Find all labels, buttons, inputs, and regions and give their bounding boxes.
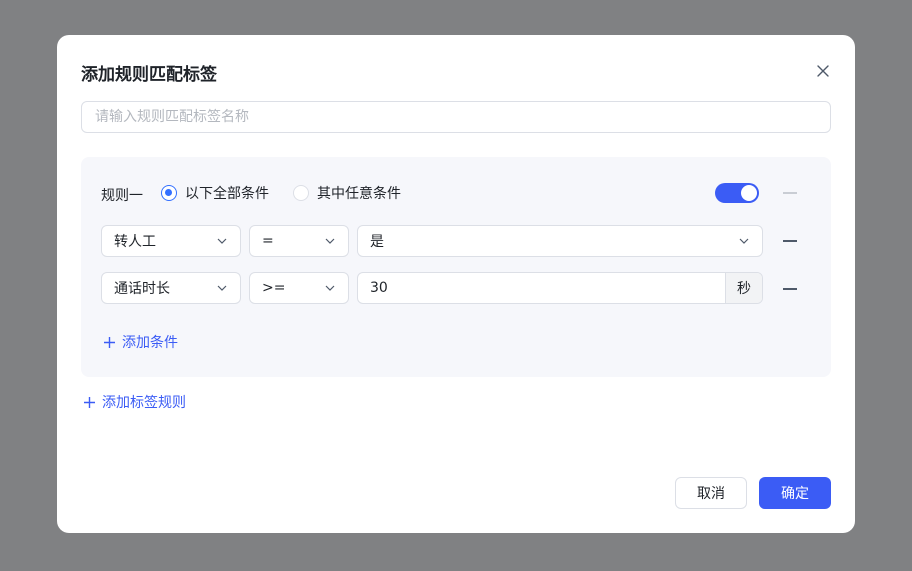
select-value: 是 <box>370 234 384 250</box>
remove-condition-minus-icon[interactable] <box>783 240 797 242</box>
condition-operator-select[interactable]: = <box>249 225 349 257</box>
select-value: 通话时长 <box>114 281 170 297</box>
plus-icon <box>104 336 115 348</box>
chevron-down-icon <box>325 238 335 244</box>
remove-rule-minus-icon <box>783 192 797 194</box>
add-condition-link[interactable]: 添加条件 <box>103 332 178 352</box>
radio-label: 其中任意条件 <box>317 186 401 202</box>
toggle-knob <box>741 185 757 201</box>
select-value: 转人工 <box>114 234 156 250</box>
add-tag-rule-label: 添加标签规则 <box>102 395 186 411</box>
condition-operator-select[interactable]: >= <box>249 272 349 304</box>
unit-suffix: 秒 <box>725 273 762 303</box>
radio-match-any[interactable]: 其中任意条件 <box>293 183 401 203</box>
condition-value-select[interactable]: 是 <box>357 225 763 257</box>
condition-field-select[interactable]: 通话时长 <box>101 272 241 304</box>
remove-condition-minus-icon[interactable] <box>783 288 797 290</box>
select-value: >= <box>262 280 286 296</box>
plus-icon <box>84 396 95 408</box>
condition-number-input[interactable]: 30 秒 <box>357 272 763 304</box>
tag-name-input[interactable] <box>81 101 831 133</box>
chevron-down-icon <box>217 238 227 244</box>
rule-panel: 规则一 以下全部条件 其中任意条件 转人工 = 是 通话时长 >= 30 秒 添… <box>81 157 831 377</box>
radio-checked-icon <box>161 185 177 201</box>
add-rule-tag-dialog: 添加规则匹配标签 规则一 以下全部条件 其中任意条件 转人工 = 是 <box>57 35 855 533</box>
confirm-button[interactable]: 确定 <box>759 477 831 509</box>
radio-unchecked-icon <box>293 185 309 201</box>
number-value[interactable]: 30 <box>358 273 725 303</box>
radio-label: 以下全部条件 <box>185 186 269 202</box>
rule-label: 规则一 <box>101 188 143 204</box>
add-condition-label: 添加条件 <box>122 335 178 351</box>
cancel-button[interactable]: 取消 <box>675 477 747 509</box>
radio-match-all[interactable]: 以下全部条件 <box>161 183 269 203</box>
chevron-down-icon <box>217 285 227 291</box>
chevron-down-icon <box>325 285 335 291</box>
close-icon[interactable] <box>815 63 831 79</box>
select-value: = <box>262 233 274 249</box>
rule-enabled-toggle[interactable] <box>715 183 759 203</box>
dialog-title: 添加规则匹配标签 <box>81 65 217 85</box>
condition-field-select[interactable]: 转人工 <box>101 225 241 257</box>
add-tag-rule-link[interactable]: 添加标签规则 <box>83 392 186 412</box>
chevron-down-icon <box>739 238 749 244</box>
